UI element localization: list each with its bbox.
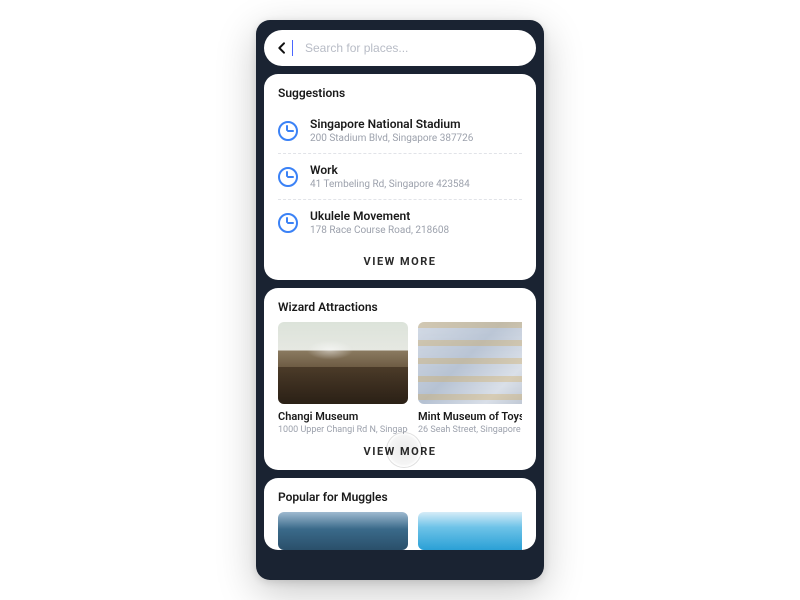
app-frame: Suggestions Singapore National Stadium 2… (256, 20, 544, 580)
muggles-title: Popular for Muggles (278, 490, 522, 504)
attraction-item[interactable] (418, 512, 522, 550)
attraction-image (278, 322, 408, 404)
attraction-item[interactable] (278, 512, 408, 550)
search-input[interactable] (305, 41, 526, 55)
muggles-carousel[interactable] (278, 512, 522, 550)
suggestions-list: Singapore National Stadium 200 Stadium B… (278, 108, 522, 245)
suggestions-title: Suggestions (278, 86, 522, 100)
wizard-carousel[interactable]: Changi Museum 1000 Upper Changi Rd N, Si… (278, 322, 522, 435)
clock-icon (278, 121, 298, 141)
attraction-address: 26 Seah Street, Singapore (418, 425, 522, 435)
wizard-title: Wizard Attractions (278, 300, 522, 314)
text-cursor-icon (292, 40, 293, 56)
attraction-name: Changi Museum (278, 410, 408, 423)
clock-icon (278, 167, 298, 187)
search-bar[interactable] (264, 30, 536, 66)
wizard-attractions-card: Wizard Attractions Changi Museum 1000 Up… (264, 288, 536, 470)
muggles-card: Popular for Muggles (264, 478, 536, 550)
attraction-item[interactable]: Changi Museum 1000 Upper Changi Rd N, Si… (278, 322, 408, 435)
wizard-view-more-button[interactable]: VIEW MORE (278, 435, 522, 460)
attraction-address: 1000 Upper Changi Rd N, Singapore 5 (278, 425, 408, 435)
suggestion-name: Work (310, 163, 470, 177)
suggestion-name: Ukulele Movement (310, 209, 449, 223)
suggestion-address: 41 Tembeling Rd, Singapore 423584 (310, 179, 470, 190)
attraction-image (418, 512, 522, 550)
attraction-image (418, 322, 522, 404)
clock-icon (278, 213, 298, 233)
attraction-item[interactable]: Mint Museum of Toys 26 Seah Street, Sing… (418, 322, 522, 435)
app-scroll[interactable]: Suggestions Singapore National Stadium 2… (264, 30, 536, 580)
back-icon[interactable] (274, 40, 290, 56)
suggestion-address: 200 Stadium Blvd, Singapore 387726 (310, 133, 473, 144)
suggestions-card: Suggestions Singapore National Stadium 2… (264, 74, 536, 280)
suggestion-name: Singapore National Stadium (310, 117, 473, 131)
suggestion-item[interactable]: Singapore National Stadium 200 Stadium B… (278, 108, 522, 154)
attraction-image (278, 512, 408, 550)
suggestion-item[interactable]: Ukulele Movement 178 Race Course Road, 2… (278, 200, 522, 245)
attraction-name: Mint Museum of Toys (418, 410, 522, 423)
suggestion-item[interactable]: Work 41 Tembeling Rd, Singapore 423584 (278, 154, 522, 200)
suggestions-view-more-button[interactable]: VIEW MORE (278, 245, 522, 270)
suggestion-address: 178 Race Course Road, 218608 (310, 225, 449, 236)
